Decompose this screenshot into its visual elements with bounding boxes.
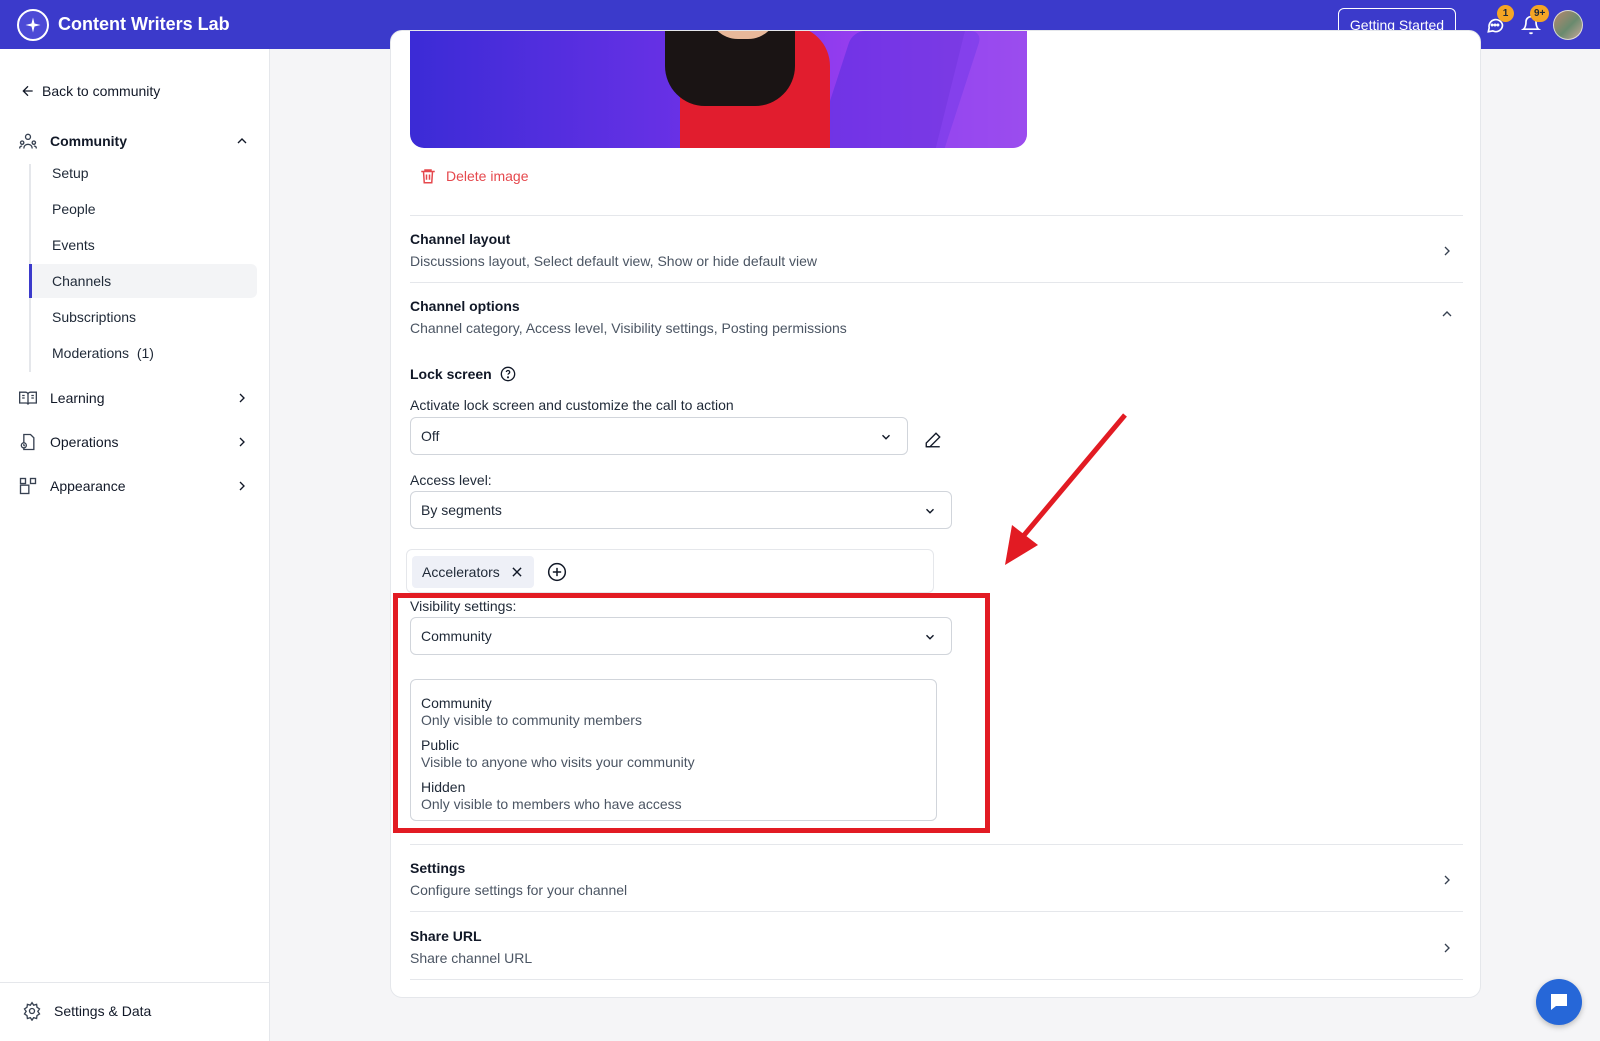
channel-layout-title: Channel layout	[410, 231, 511, 247]
chevron-up-icon	[1442, 311, 1452, 317]
app-logo-icon[interactable]	[17, 9, 49, 41]
delete-image-button[interactable]: Delete image	[419, 167, 529, 185]
sidebar-item-community[interactable]: Community	[18, 131, 250, 151]
gear-icon	[23, 1001, 41, 1021]
option-title: Hidden	[421, 779, 466, 795]
sidebar-item-setup[interactable]: Setup	[29, 156, 257, 190]
edit-lock-screen-button[interactable]	[921, 428, 945, 452]
segment-tag: Accelerators	[412, 556, 534, 588]
sidebar-item-appearance[interactable]: Appearance	[18, 476, 250, 496]
option-title: Public	[421, 737, 460, 753]
pencil-icon	[925, 432, 941, 448]
operations-icon	[20, 433, 35, 451]
arrow-left-icon	[22, 85, 33, 97]
divider	[410, 215, 1463, 216]
chevron-down-icon	[882, 434, 890, 440]
chat-launcher-button[interactable]	[1536, 979, 1582, 1025]
chevron-right-icon	[1444, 943, 1450, 953]
channel-settings-card: Delete image Channel layout Discussions …	[390, 30, 1481, 998]
lock-screen-title: Lock screen	[410, 366, 516, 382]
visibility-option-community[interactable]: Community Only visible to community memb…	[421, 695, 921, 728]
segments-tag-box[interactable]: Accelerators	[406, 549, 934, 593]
chevron-up-icon[interactable]	[234, 133, 250, 149]
sidebar-item-channels[interactable]: Channels	[29, 264, 257, 298]
channel-layout-section[interactable]: Channel layout Discussions layout, Selec…	[410, 231, 1463, 269]
visibility-option-hidden[interactable]: Hidden Only visible to members who have …	[421, 779, 921, 812]
appearance-icon	[19, 477, 37, 495]
help-icon[interactable]	[500, 366, 516, 382]
share-url-title: Share URL	[410, 928, 482, 944]
app-title[interactable]: Content Writers Lab	[58, 14, 230, 35]
divider	[410, 979, 1463, 980]
chevron-right-icon	[1444, 246, 1450, 256]
option-description: Only visible to community members	[421, 712, 642, 728]
divider	[410, 844, 1463, 845]
channel-options-title: Channel options	[410, 298, 520, 314]
sidebar-item-operations[interactable]: Operations	[18, 432, 250, 452]
book-icon	[19, 391, 37, 405]
access-level-select[interactable]: By segments	[410, 491, 952, 529]
visibility-option-public[interactable]: Public Visible to anyone who visits your…	[421, 737, 921, 770]
share-url-subtitle: Share channel URL	[410, 950, 533, 966]
community-icon	[19, 133, 37, 149]
notifications-badge: 9+	[1530, 5, 1550, 22]
avatar[interactable]	[1553, 10, 1583, 40]
option-title: Community	[421, 695, 492, 711]
chevron-right-icon	[239, 437, 245, 447]
chat-bubble-icon	[1551, 994, 1567, 1010]
sidebar-item-moderations[interactable]: Moderations (1)	[29, 336, 257, 370]
sidebar-item-subscriptions[interactable]: Subscriptions	[29, 300, 257, 334]
sidebar-item-people[interactable]: People	[29, 192, 257, 226]
visibility-select[interactable]: Community	[410, 617, 952, 655]
settings-data-link[interactable]: Settings & Data	[22, 1001, 151, 1021]
sidebar-item-community-label: Community	[50, 133, 127, 149]
sidebar-item-learning[interactable]: Learning	[18, 388, 250, 408]
chevron-right-icon	[239, 481, 245, 491]
add-circle-icon[interactable]	[547, 562, 567, 582]
chevron-down-icon	[926, 634, 934, 640]
chevron-right-icon	[239, 393, 245, 403]
access-level-label: Access level:	[410, 472, 492, 488]
divider	[410, 282, 1463, 283]
sidebar-footer: Settings & Data	[0, 982, 270, 1041]
messages-badge: 1	[1497, 5, 1514, 22]
settings-section[interactable]: Settings Configure settings for your cha…	[410, 860, 1463, 898]
channel-layout-subtitle: Discussions layout, Select default view,…	[410, 253, 817, 269]
option-description: Only visible to members who have access	[421, 796, 682, 812]
sidebar-item-operations-label: Operations	[50, 434, 119, 450]
sidebar: Back to community Community Setup People…	[0, 49, 270, 1041]
close-icon[interactable]	[510, 565, 524, 579]
sidebar-item-appearance-label: Appearance	[50, 478, 126, 494]
settings-data-label: Settings & Data	[54, 1003, 152, 1019]
back-to-community-label: Back to community	[42, 83, 161, 99]
lock-screen-select[interactable]: Off	[410, 417, 908, 455]
sidebar-item-learning-label: Learning	[50, 390, 105, 406]
divider	[410, 911, 1463, 912]
delete-image-label: Delete image	[446, 168, 529, 184]
visibility-value: Community	[421, 628, 492, 644]
trash-icon	[421, 169, 435, 184]
chevron-right-icon	[1444, 875, 1450, 885]
settings-title: Settings	[410, 860, 466, 876]
access-level-value: By segments	[421, 502, 502, 518]
back-to-community-link[interactable]: Back to community	[20, 83, 160, 99]
channel-cover-image	[410, 31, 1027, 148]
segment-tag-label: Accelerators	[422, 564, 500, 580]
chevron-down-icon	[926, 508, 934, 514]
channel-options-section[interactable]: Channel options Channel category, Access…	[410, 298, 1463, 336]
visibility-dropdown: Community Only visible to community memb…	[410, 679, 937, 821]
option-description: Visible to anyone who visits your commun…	[421, 754, 695, 770]
channel-options-subtitle: Channel category, Access level, Visibili…	[410, 320, 847, 336]
sidebar-item-events[interactable]: Events	[29, 228, 257, 262]
share-url-section[interactable]: Share URL Share channel URL	[410, 928, 1463, 966]
lock-screen-description: Activate lock screen and customize the c…	[410, 397, 734, 413]
lock-screen-value: Off	[421, 428, 440, 444]
lock-screen-label: Lock screen	[410, 366, 492, 382]
settings-subtitle: Configure settings for your channel	[410, 882, 628, 898]
visibility-label: Visibility settings:	[410, 598, 517, 614]
